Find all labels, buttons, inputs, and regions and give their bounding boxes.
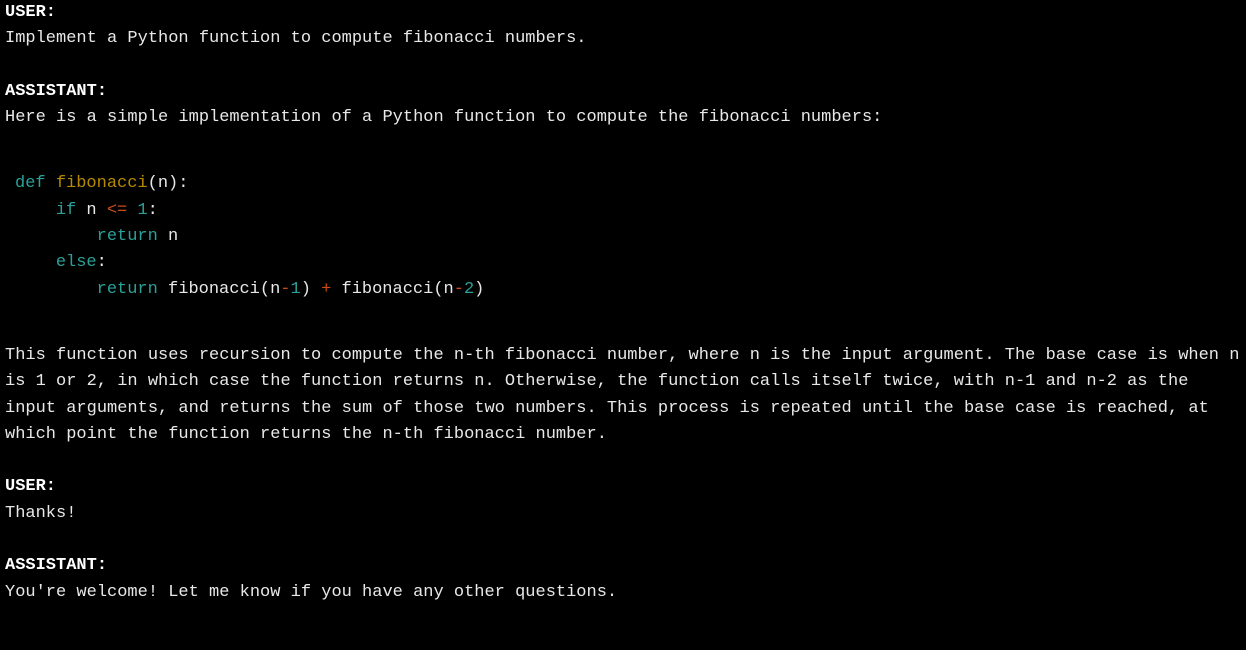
assistant-explanation: This function uses recursion to compute … <box>5 343 1241 448</box>
assistant-message: You're welcome! Let me know if you have … <box>5 580 1241 606</box>
assistant-label: ASSISTANT: <box>5 79 1241 105</box>
code-block: def fibonacci(n): if n <= 1: return n el… <box>15 171 1241 303</box>
assistant-intro: Here is a simple implementation of a Pyt… <box>5 105 1241 131</box>
assistant-turn-1: ASSISTANT: Here is a simple implementati… <box>5 79 1241 449</box>
function-name: fibonacci <box>56 174 148 193</box>
user-message: Thanks! <box>5 501 1241 527</box>
user-label: USER: <box>5 474 1241 500</box>
assistant-turn-2: ASSISTANT: You're welcome! Let me know i… <box>5 553 1241 606</box>
user-turn-1: USER: Implement a Python function to com… <box>5 0 1241 53</box>
keyword-if: if <box>56 201 76 220</box>
assistant-label: ASSISTANT: <box>5 553 1241 579</box>
keyword-return: return <box>97 280 158 299</box>
user-message: Implement a Python function to compute f… <box>5 26 1241 52</box>
keyword-def: def <box>15 174 46 193</box>
keyword-else: else <box>56 253 97 272</box>
user-label: USER: <box>5 0 1241 26</box>
user-turn-2: USER: Thanks! <box>5 474 1241 527</box>
keyword-return: return <box>97 227 158 246</box>
